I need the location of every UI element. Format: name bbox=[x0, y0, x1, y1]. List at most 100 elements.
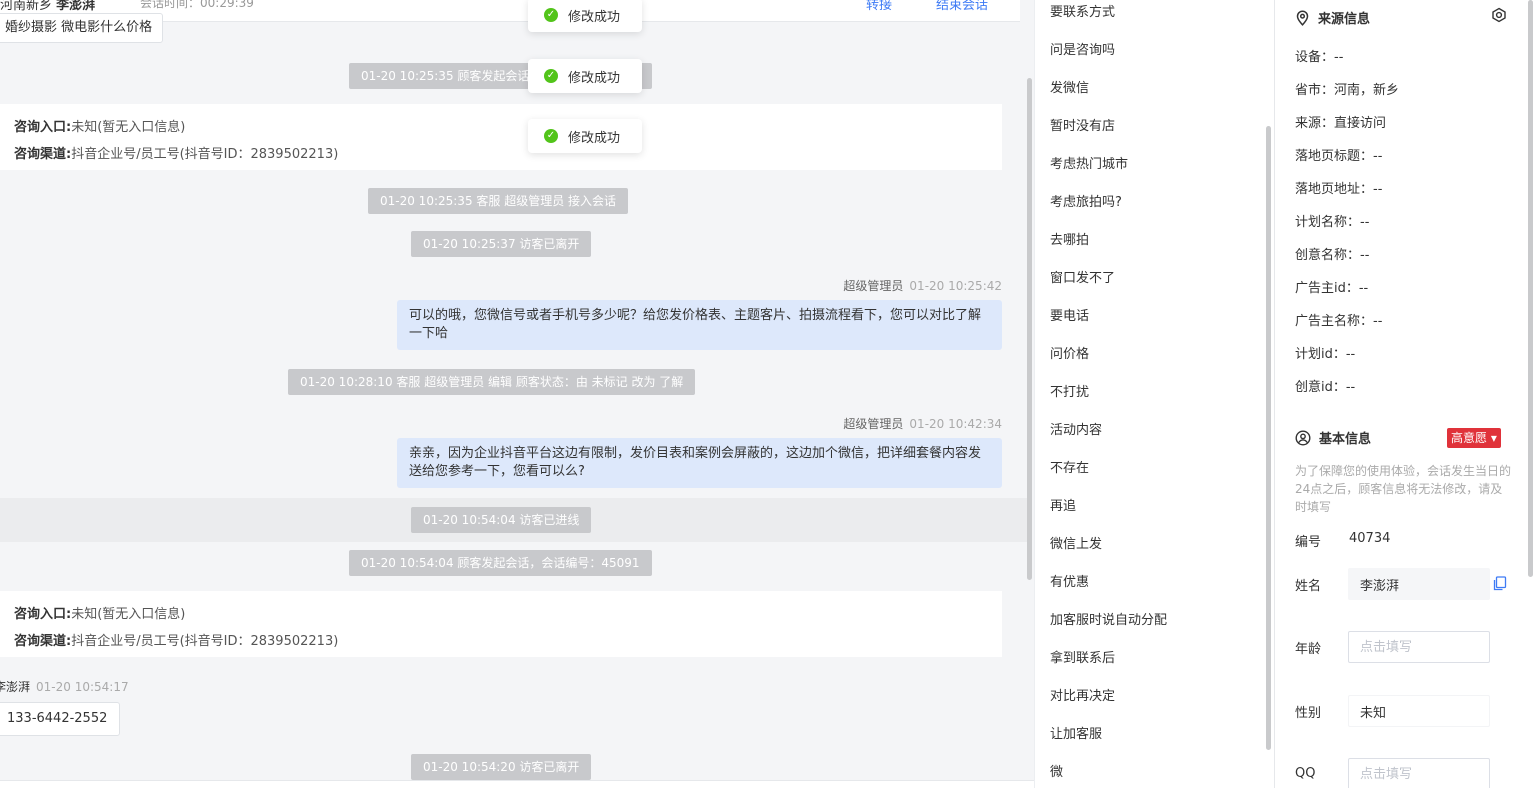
location-pin-icon bbox=[1296, 9, 1309, 26]
visitor-message-time: 01-20 10:54:17 bbox=[36, 680, 129, 694]
quick-reply-item[interactable]: 拿到联系后 bbox=[1050, 647, 1115, 666]
agent-message-meta: 超级管理员 01-20 10:42:34 bbox=[843, 415, 1002, 432]
consult-channel-row: 咨询渠道:抖音企业号/员工号(抖音号ID：2839502213) bbox=[14, 628, 988, 655]
transfer-button[interactable]: 转接 bbox=[866, 0, 892, 13]
quick-reply-item[interactable]: 考虑热门城市 bbox=[1050, 153, 1128, 172]
end-session-button[interactable]: 结束会话 bbox=[936, 0, 988, 13]
user-circle-icon bbox=[1295, 429, 1311, 446]
consult-entry-row: 咨询入口:未知(暂无入口信息) bbox=[14, 601, 988, 628]
quick-reply-item[interactable]: 考虑旅拍吗? bbox=[1050, 191, 1122, 210]
eye-icon[interactable] bbox=[1491, 7, 1507, 23]
agent-message-meta: 超级管理员 01-20 10:25:42 bbox=[843, 277, 1002, 294]
success-toast: ✓ 修改成功 bbox=[528, 0, 642, 32]
consult-info-card: 咨询入口:未知(暂无入口信息) 咨询渠道:抖音企业号/员工号(抖音号ID：283… bbox=[0, 591, 1002, 657]
consult-channel-row: 咨询渠道:抖音企业号/员工号(抖音号ID：2839502213) bbox=[14, 141, 988, 168]
visitor-message-meta: 李澎湃 01-20 10:54:17 bbox=[0, 678, 129, 695]
agent-message: 亲亲，因为企业抖音平台这边有限制，发价目表和案例会屏蔽的，这边加个微信，把详细套… bbox=[397, 438, 1002, 488]
quick-reply-scrollbar[interactable] bbox=[1266, 126, 1271, 750]
agent-message: 可以的哦，您微信号或者手机号多少呢？给您发价格表、主题客片、拍摄流程看下，您可以… bbox=[397, 300, 1002, 350]
agent-name: 超级管理员 bbox=[843, 279, 904, 293]
quick-reply-item[interactable]: 问是咨询吗 bbox=[1050, 39, 1115, 58]
chat-scrollbar[interactable] bbox=[1027, 78, 1032, 580]
consult-entry-row: 咨询入口:未知(暂无入口信息) bbox=[14, 114, 988, 141]
quick-reply-item[interactable]: 活动内容 bbox=[1050, 419, 1102, 438]
visitor-message: 133-6442-2552 bbox=[0, 702, 121, 736]
qq-label: QQ bbox=[1295, 766, 1316, 781]
system-notice: 01-20 10:25:37 访客已离开 bbox=[411, 231, 592, 257]
agent-message-time: 01-20 10:42:34 bbox=[909, 417, 1002, 431]
toast-text: 修改成功 bbox=[568, 9, 621, 25]
quick-reply-item[interactable]: 去哪拍 bbox=[1050, 229, 1089, 248]
info-scrollbar[interactable] bbox=[1528, 0, 1533, 577]
quick-reply-item[interactable]: 发微信 bbox=[1050, 77, 1089, 96]
quick-reply-item[interactable]: 暂时没有店 bbox=[1050, 115, 1115, 134]
quick-reply-item[interactable]: 要联系方式 bbox=[1050, 1, 1115, 20]
quick-reply-item[interactable]: 窗口发不了 bbox=[1050, 267, 1115, 286]
name-label: 姓名 bbox=[1295, 579, 1322, 594]
session-visitor-name: 李澎湃 bbox=[56, 0, 96, 13]
name-field[interactable] bbox=[1348, 568, 1490, 600]
quick-reply-item[interactable]: 要电话 bbox=[1050, 305, 1089, 324]
session-time: 会话时间：00:29:39 bbox=[140, 0, 254, 10]
source-row: 省市：河南，新乡 bbox=[1295, 83, 1400, 98]
system-notice: 01-20 10:28:10 客服 超级管理员 编辑 顾客状态：由 未标记 改为… bbox=[288, 369, 696, 395]
id-label: 编号 bbox=[1295, 535, 1322, 550]
source-row: 创意id：-- bbox=[1295, 380, 1356, 395]
quick-reply-item[interactable]: 有优惠 bbox=[1050, 571, 1089, 590]
consult-channel-label: 咨询渠道: bbox=[14, 147, 72, 162]
quick-reply-item[interactable]: 加客服时说自动分配 bbox=[1050, 609, 1167, 628]
check-circle-icon: ✓ bbox=[544, 129, 558, 143]
source-info-title-text: 来源信息 bbox=[1318, 12, 1371, 27]
agent-name: 超级管理员 bbox=[843, 417, 904, 431]
toast-text: 修改成功 bbox=[568, 70, 621, 86]
qq-field[interactable] bbox=[1348, 758, 1490, 788]
intent-badge-text: 高意愿 bbox=[1451, 431, 1488, 445]
system-notice: 01-20 10:54:04 访客已进线 bbox=[411, 507, 592, 533]
age-field[interactable] bbox=[1348, 631, 1490, 663]
quick-reply-item[interactable]: 让加客服 bbox=[1050, 723, 1102, 742]
consult-entry-value: 未知(暂无入口信息) bbox=[71, 120, 186, 135]
check-circle-icon: ✓ bbox=[544, 8, 558, 22]
consult-entry-label: 咨询入口: bbox=[14, 120, 72, 135]
gender-field[interactable] bbox=[1348, 695, 1490, 727]
id-value: 40734 bbox=[1349, 531, 1391, 546]
consult-channel-value: 抖音企业号/员工号(抖音号ID：2839502213) bbox=[71, 634, 339, 649]
consult-entry-value: 未知(暂无入口信息) bbox=[71, 607, 186, 622]
quick-reply-item[interactable]: 再追 bbox=[1050, 495, 1076, 514]
quick-reply-item[interactable]: 问价格 bbox=[1050, 343, 1089, 362]
quick-reply-item[interactable]: 对比再决定 bbox=[1050, 685, 1115, 704]
copy-icon[interactable] bbox=[1493, 576, 1507, 591]
consult-info-card: 咨询入口:未知(暂无入口信息) 咨询渠道:抖音企业号/员工号(抖音号ID：283… bbox=[0, 104, 1002, 170]
source-row: 落地页地址：-- bbox=[1295, 182, 1383, 197]
toast-text: 修改成功 bbox=[568, 130, 621, 146]
edit-deadline-note: 为了保障您的使用体验，会话发生当日的24点之后，顾客信息将无法修改，请及时填写 bbox=[1295, 464, 1512, 514]
source-row: 计划名称：-- bbox=[1295, 215, 1370, 230]
check-circle-icon: ✓ bbox=[544, 69, 558, 83]
consult-channel-label: 咨询渠道: bbox=[14, 634, 72, 649]
session-region: 河南新乡 bbox=[0, 0, 53, 13]
agent-message-time: 01-20 10:25:42 bbox=[909, 279, 1002, 293]
source-row: 设备：-- bbox=[1295, 50, 1344, 65]
visitor-name: 李澎湃 bbox=[0, 680, 31, 694]
visitor-message: 婚纱摄影 微电影什么价格 bbox=[0, 13, 164, 43]
intent-badge[interactable]: 高意愿 ▾ bbox=[1447, 428, 1501, 448]
quick-reply-item[interactable]: 不打扰 bbox=[1050, 381, 1089, 400]
customer-info-panel: 来源信息 设备：-- 省市：河南，新乡 来源：直接访问 落地页标题：-- 落地页… bbox=[1274, 0, 1534, 788]
success-toast: ✓ 修改成功 bbox=[528, 119, 642, 153]
source-info-title: 来源信息 bbox=[1295, 8, 1370, 27]
basic-info-title: 基本信息 bbox=[1295, 428, 1371, 447]
quick-reply-item[interactable]: 微 bbox=[1050, 761, 1063, 780]
source-row: 广告主id：-- bbox=[1295, 281, 1369, 296]
quick-reply-panel: 要联系方式 问是咨询吗 发微信 暂时没有店 考虑热门城市 考虑旅拍吗? 去哪拍 … bbox=[1034, 0, 1274, 788]
age-label: 年龄 bbox=[1295, 642, 1322, 657]
caret-down-icon: ▾ bbox=[1490, 431, 1497, 445]
consult-channel-value: 抖音企业号/员工号(抖音号ID：2839502213) bbox=[71, 147, 339, 162]
app-root: 河南新乡 李澎湃 会话时间：00:29:39 转接 结束会话 婚纱摄影 微电影什… bbox=[0, 0, 1534, 788]
basic-info-title-text: 基本信息 bbox=[1319, 432, 1372, 447]
source-row: 创意名称：-- bbox=[1295, 248, 1370, 263]
quick-reply-item[interactable]: 微信上发 bbox=[1050, 533, 1102, 552]
success-toast: ✓ 修改成功 bbox=[528, 59, 642, 93]
consult-entry-label: 咨询入口: bbox=[14, 607, 72, 622]
session-title: 河南新乡 李澎湃 bbox=[0, 0, 95, 13]
quick-reply-item[interactable]: 不存在 bbox=[1050, 457, 1089, 476]
